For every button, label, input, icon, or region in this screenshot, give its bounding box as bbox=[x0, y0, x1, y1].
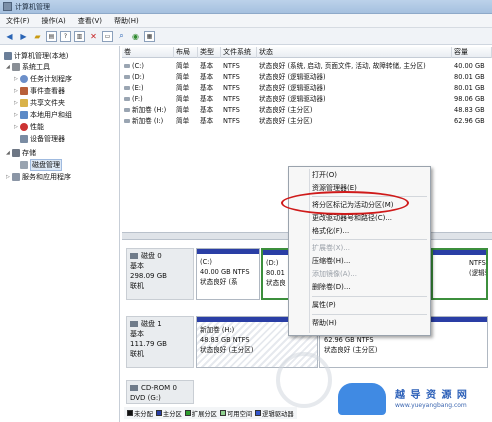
menu-item-delete[interactable]: 删除卷(D)... bbox=[312, 282, 351, 293]
table-row[interactable]: (F:) 简单 基本 NTFS 状态良好 (逻辑驱动器) 98.06 GB bbox=[122, 94, 492, 105]
tree-device-manager[interactable]: 设备管理器 bbox=[20, 133, 65, 144]
legend-item: 扩展分区 bbox=[184, 409, 217, 418]
clock-icon bbox=[20, 74, 28, 83]
disk-icon bbox=[130, 253, 138, 259]
menu-view[interactable]: 查看(V) bbox=[78, 16, 102, 26]
up-folder-icon[interactable]: ▰ bbox=[32, 31, 43, 42]
menu-item-format[interactable]: 格式化(F)... bbox=[312, 226, 349, 237]
legend-item: 主分区 bbox=[155, 409, 182, 418]
column-header-volume[interactable]: 卷 bbox=[122, 47, 174, 58]
menu-item-properties[interactable]: 属性(P) bbox=[312, 300, 336, 311]
menu-separator bbox=[312, 314, 427, 315]
table-row[interactable]: (E:) 简单 基本 NTFS 状态良好 (逻辑驱动器) 80.01 GB bbox=[122, 83, 492, 94]
disk-0-label[interactable]: 磁盘 0 基本 298.09 GB 联机 bbox=[126, 248, 194, 300]
watermark-url: www.yueyangbang.com bbox=[395, 402, 467, 409]
volume-icon bbox=[124, 75, 130, 79]
menu-item-extend[interactable]: 扩展卷(X)... bbox=[312, 243, 350, 254]
volume-icon bbox=[124, 86, 130, 90]
navigation-tree: 计算机管理(本地) ◢ 系统工具 ▷ 任务计划程序 ▷ 事件查看器 ▷ 共享文件… bbox=[0, 46, 120, 422]
disk-management-icon bbox=[20, 160, 28, 169]
tree-local-users[interactable]: ▷ 本地用户和组 bbox=[14, 109, 72, 120]
volume-list-header: 卷 布局 类型 文件系统 状态 容量 bbox=[122, 47, 492, 58]
export-icon[interactable]: ▦ bbox=[144, 30, 155, 42]
delete-icon[interactable]: ✕ bbox=[88, 31, 99, 42]
help-icon[interactable]: ? bbox=[60, 30, 71, 42]
tree-performance[interactable]: ▷ 性能 bbox=[14, 121, 44, 132]
back-icon[interactable]: ◀ bbox=[4, 31, 15, 42]
column-header-type[interactable]: 类型 bbox=[198, 47, 221, 58]
tree-shared-folders[interactable]: ▷ 共享文件夹 bbox=[14, 97, 65, 108]
open-icon[interactable]: ▭ bbox=[102, 30, 113, 42]
disk-1-label[interactable]: 磁盘 1 基本 111.79 GB 联机 bbox=[126, 316, 194, 368]
tree-root[interactable]: 计算机管理(本地) bbox=[4, 50, 68, 61]
cdrom-label[interactable]: CD-ROM 0 DVD (G:) bbox=[126, 380, 194, 404]
partition-legend: 未分配 主分区 扩展分区 可用空间 逻辑驱动器 bbox=[124, 407, 297, 419]
menu-item-help[interactable]: 帮助(H) bbox=[312, 318, 337, 329]
volume-icon bbox=[124, 97, 130, 101]
tree-event-viewer[interactable]: ▷ 事件查看器 bbox=[14, 85, 65, 96]
legend-item: 逻辑驱动器 bbox=[255, 409, 294, 418]
volume-icon bbox=[124, 119, 130, 123]
event-viewer-icon bbox=[20, 86, 28, 95]
show-tree-icon[interactable]: ▤ bbox=[46, 30, 57, 42]
users-icon bbox=[20, 110, 28, 119]
legend-item: 可用空间 bbox=[219, 409, 252, 418]
tree-storage[interactable]: ◢ 存储 bbox=[6, 147, 36, 158]
menu-separator bbox=[312, 239, 427, 240]
partition-c[interactable]: (C:) 40.00 GB NTFS 状态良好 (系 bbox=[196, 248, 260, 300]
highlight-annotation bbox=[281, 191, 409, 215]
tree-system-tools[interactable]: ◢ 系统工具 bbox=[6, 61, 50, 72]
menu-separator bbox=[312, 296, 427, 297]
services-icon bbox=[12, 172, 20, 181]
menu-item-open[interactable]: 打开(O) bbox=[312, 170, 337, 181]
search-icon[interactable]: ⌕ bbox=[116, 31, 127, 42]
computer-management-icon bbox=[3, 2, 12, 11]
device-manager-icon bbox=[20, 134, 28, 143]
cdrom-icon bbox=[130, 385, 138, 391]
disk-icon bbox=[130, 321, 138, 327]
partition-f[interactable]: NTFS (逻辑驱 bbox=[431, 248, 488, 300]
menu-action[interactable]: 操作(A) bbox=[42, 16, 66, 26]
volume-icon bbox=[124, 64, 130, 68]
table-row[interactable]: (D:) 简单 基本 NTFS 状态良好 (逻辑驱动器) 80.01 GB bbox=[122, 72, 492, 83]
column-header-filesystem[interactable]: 文件系统 bbox=[221, 47, 257, 58]
menu-bar: 文件(F) 操作(A) 查看(V) 帮助(H) bbox=[0, 14, 492, 28]
tree-disk-management[interactable]: 磁盘管理 bbox=[20, 158, 62, 171]
table-row[interactable]: (C:) 简单 基本 NTFS 状态良好 (系统, 启动, 页面文件, 活动, … bbox=[122, 61, 492, 72]
column-header-status[interactable]: 状态 bbox=[257, 47, 452, 58]
performance-icon bbox=[20, 122, 28, 131]
watermark-logo bbox=[338, 383, 386, 415]
volume-icon bbox=[124, 108, 130, 112]
watermark-text: 越 导 资 源 网 bbox=[395, 390, 468, 401]
shared-folder-icon bbox=[20, 98, 28, 107]
tree-services-apps[interactable]: ▷ 服务和应用程序 bbox=[6, 171, 71, 182]
column-header-capacity[interactable]: 容量 bbox=[452, 47, 492, 58]
properties-icon[interactable]: ▥ bbox=[74, 30, 85, 42]
storage-icon bbox=[12, 148, 20, 157]
tree-task-scheduler[interactable]: ▷ 任务计划程序 bbox=[14, 73, 72, 84]
title-bar: 计算机管理 bbox=[0, 0, 492, 14]
table-row[interactable]: 新加卷 (H:) 简单 基本 NTFS 状态良好 (主分区) 48.83 GB bbox=[122, 105, 492, 116]
legend-item: 未分配 bbox=[127, 409, 153, 418]
forward-icon[interactable]: ▶ bbox=[18, 31, 29, 42]
watermark-circle bbox=[276, 352, 332, 408]
menu-item-add-mirror[interactable]: 添加镜像(A)... bbox=[312, 269, 357, 280]
menu-item-shrink[interactable]: 压缩卷(H)... bbox=[312, 256, 350, 267]
window-title: 计算机管理 bbox=[15, 2, 50, 11]
computer-icon bbox=[4, 51, 12, 60]
tools-icon bbox=[12, 62, 20, 71]
menu-help[interactable]: 帮助(H) bbox=[114, 16, 139, 26]
menu-file[interactable]: 文件(F) bbox=[6, 16, 30, 26]
column-header-layout[interactable]: 布局 bbox=[174, 47, 198, 58]
table-row[interactable]: 新加卷 (I:) 简单 基本 NTFS 状态良好 (主分区) 62.96 GB bbox=[122, 116, 492, 127]
refresh-icon[interactable]: ◉ bbox=[130, 31, 141, 42]
toolbar: ◀ ▶ ▰ ▤ ? ▥ ✕ ▭ ⌕ ◉ ▦ bbox=[0, 28, 492, 45]
